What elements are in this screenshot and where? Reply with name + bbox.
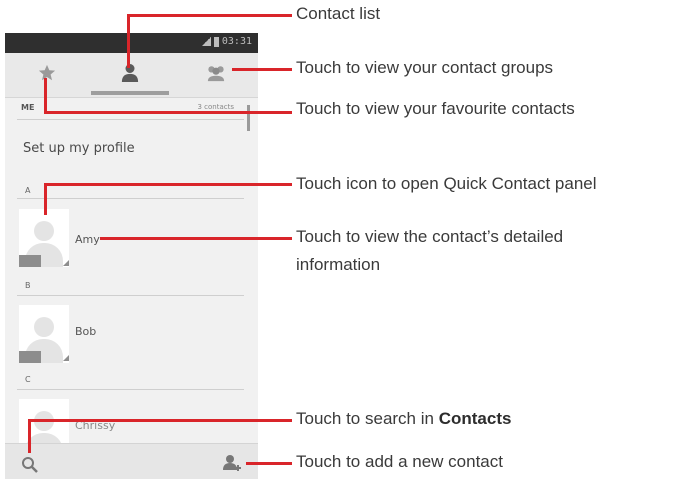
- search-icon[interactable]: [21, 456, 39, 474]
- divider: [17, 389, 244, 390]
- tab-favourites[interactable]: [32, 59, 62, 87]
- scrollbar[interactable]: [247, 105, 250, 131]
- callout-line-search: [28, 419, 31, 453]
- avatar-head: [34, 317, 54, 337]
- callout-line-add: [246, 462, 292, 465]
- tab-groups[interactable]: [201, 59, 231, 87]
- setup-profile-item[interactable]: Set up my profile: [23, 141, 135, 156]
- section-header-a: A: [25, 186, 31, 195]
- callout-line-favourites: [44, 111, 292, 114]
- callout-line-quick-contact: [44, 183, 292, 186]
- annotation-search-bold: Contacts: [438, 409, 512, 428]
- callout-line-quick-contact: [44, 183, 47, 215]
- status-icons: 03:31: [201, 36, 252, 47]
- active-tab-indicator: [91, 91, 169, 95]
- annotation-search-prefix: Touch to search in: [296, 409, 439, 428]
- divider: [17, 119, 244, 120]
- annotation-quick-contact: Touch icon to open Quick Contact panel: [296, 174, 597, 193]
- star-icon: [38, 64, 56, 81]
- callout-line-contact-list: [127, 14, 292, 17]
- annotation-details-line1: Touch to view the contact’s detailed: [296, 227, 564, 246]
- contact-name-bob[interactable]: Bob: [75, 325, 96, 338]
- annotation-groups: Touch to view your contact groups: [296, 58, 554, 77]
- annotation-details-line2: information: [296, 255, 381, 274]
- callout-line-groups: [232, 68, 292, 71]
- photo-badge: [19, 255, 41, 267]
- annotation-add: Touch to add a new contact: [296, 452, 503, 471]
- phone-screen: 03:31 ME 3 contacts Set up my profile A …: [5, 33, 258, 479]
- me-row[interactable]: ME 3 contacts: [5, 98, 258, 120]
- me-label: ME: [21, 103, 35, 112]
- tab-bar: [5, 53, 258, 98]
- annotation-contact-list: Contact list: [296, 4, 381, 23]
- battery-icon: [213, 36, 219, 47]
- avatar-head: [34, 221, 54, 241]
- callout-line-favourites: [44, 78, 47, 114]
- callout-line-contact-list: [127, 14, 130, 68]
- section-header-c: C: [25, 375, 31, 384]
- status-time: 03:31: [221, 36, 252, 47]
- section-header-b: B: [25, 281, 31, 290]
- callout-line-search: [28, 419, 292, 422]
- annotation-search: Touch to search in Contacts: [296, 409, 511, 429]
- divider: [17, 295, 244, 296]
- signal-icon: [201, 37, 211, 46]
- group-icon: [207, 66, 225, 82]
- photo-badge: [19, 351, 41, 363]
- contact-count: 3 contacts: [197, 103, 234, 111]
- quick-contact-indicator: [63, 260, 69, 266]
- bottom-action-bar: [5, 443, 258, 479]
- annotation-favourites: Touch to view your favourite contacts: [296, 99, 575, 118]
- contact-name-amy[interactable]: Amy: [75, 233, 100, 246]
- quick-contact-indicator: [63, 355, 69, 361]
- status-bar: 03:31: [5, 33, 258, 53]
- add-contact-icon[interactable]: [222, 454, 242, 474]
- person-icon: [121, 64, 139, 82]
- callout-line-details: [100, 237, 292, 240]
- divider: [17, 198, 244, 199]
- tab-contacts[interactable]: [115, 59, 145, 87]
